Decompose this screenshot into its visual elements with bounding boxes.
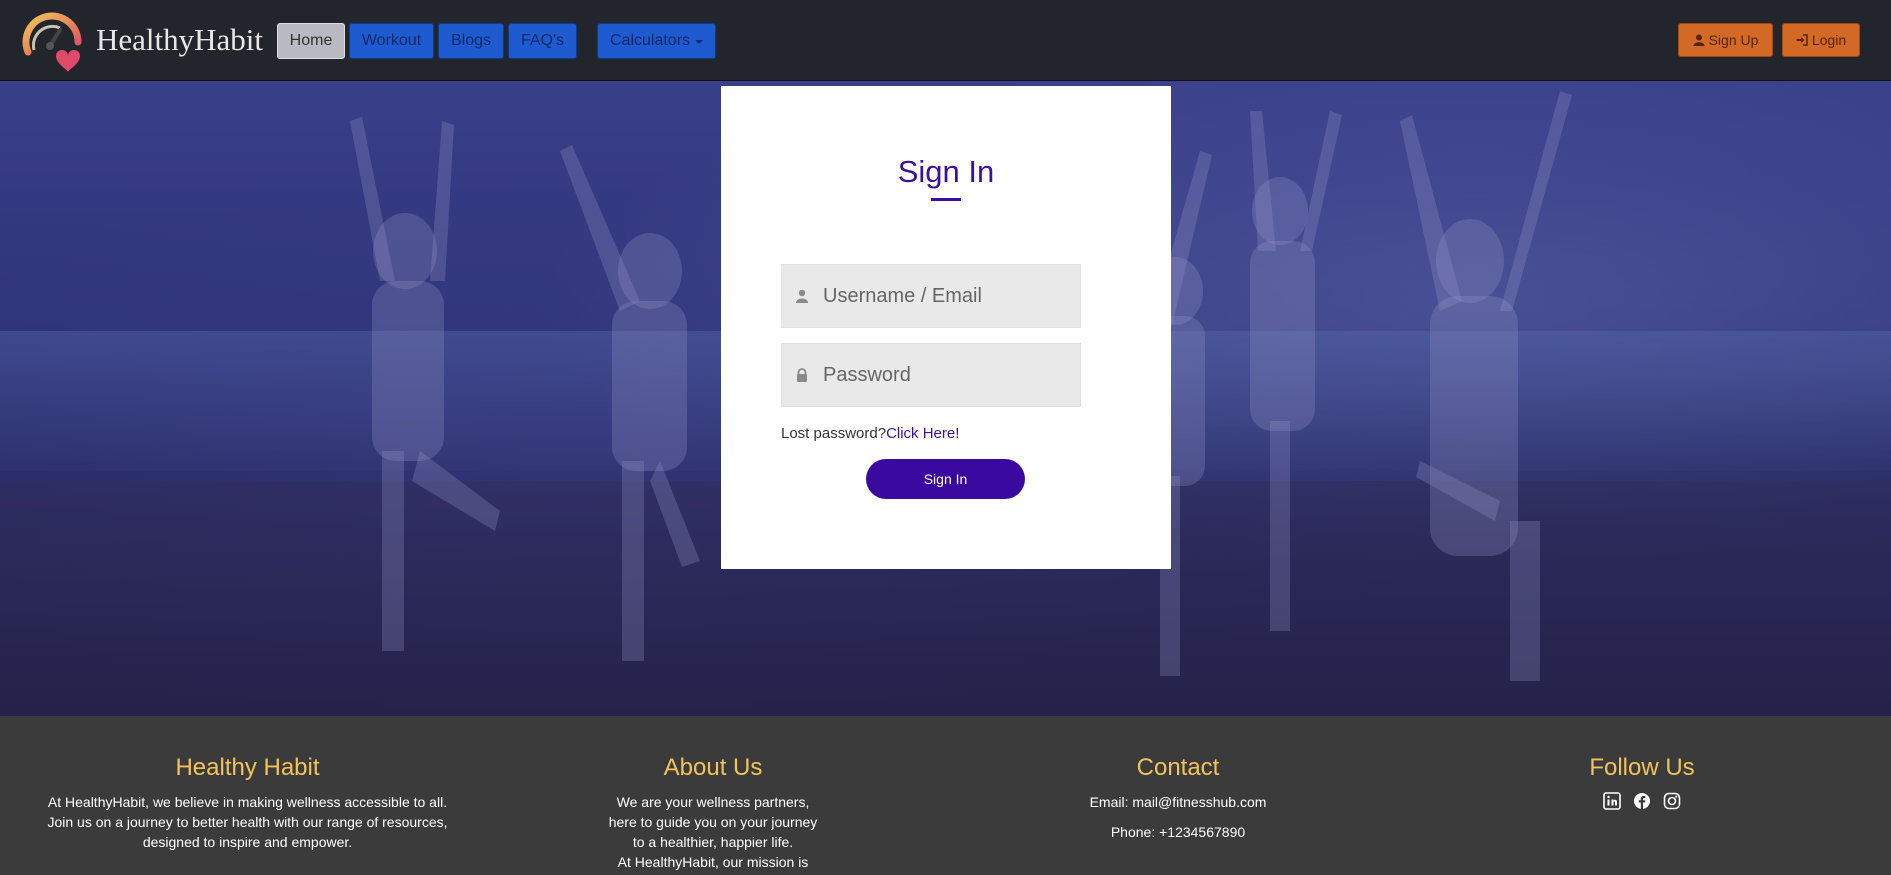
footer-contact-title: Contact (1136, 754, 1220, 781)
footer: Healthy Habit At HealthyHabit, we believ… (0, 716, 1891, 875)
nav-home-button[interactable]: Home (277, 23, 345, 59)
instagram-icon[interactable] (1663, 792, 1681, 810)
contact-phone[interactable]: Phone: +1234567890 (1028, 822, 1328, 842)
footer-contact: Contact Email: mail@fitnesshub.com Phone… (1028, 754, 1328, 852)
lost-password-row: Lost password?Click Here! (781, 425, 959, 442)
brand-logo-icon (22, 12, 82, 72)
login-icon (1796, 34, 1808, 46)
footer-healthy-habit: Healthy Habit At HealthyHabit, we believ… (40, 754, 455, 852)
nav-calculators-label: Calculators (609, 32, 691, 49)
user-icon (1693, 34, 1705, 46)
password-field[interactable] (781, 343, 1081, 407)
brand-name: HealthyHabit (96, 22, 264, 57)
reset-password-link[interactable]: Click Here! (886, 425, 959, 442)
signup-button[interactable]: Sign Up (1678, 23, 1773, 57)
social-links (1492, 792, 1792, 810)
signup-label: Sign Up (1708, 32, 1759, 48)
facebook-icon[interactable] (1633, 792, 1651, 810)
password-input[interactable] (823, 363, 1063, 387)
person-icon (796, 289, 808, 303)
footer-about-line: We are your wellness partners, (616, 794, 810, 810)
username-field[interactable] (781, 264, 1081, 328)
title-underline (931, 198, 961, 201)
signin-title: Sign In (897, 154, 995, 189)
linkedin-icon[interactable] (1603, 792, 1621, 810)
lost-password-text: Lost password? (781, 425, 887, 442)
footer-about-line: At HealthyHabit, our mission is (617, 854, 809, 870)
footer-about-text: We are your wellness partners, here to g… (563, 792, 863, 872)
login-button[interactable]: Login (1782, 23, 1860, 57)
footer-healthy-line: At HealthyHabit, we believe in making we… (47, 794, 448, 810)
signin-card: Sign In Lost password?Click Here! Sign I… (721, 86, 1171, 569)
footer-about-us: About Us We are your wellness partners, … (563, 754, 863, 872)
footer-follow-title: Follow Us (1589, 754, 1695, 781)
navbar: HealthyHabit Home Workout Blogs FAQ's Ca… (0, 0, 1891, 81)
username-input[interactable] (823, 284, 1063, 308)
caret-down-icon (695, 40, 704, 44)
footer-about-line: here to guide you on your journey (608, 814, 818, 830)
nav-blogs-button[interactable]: Blogs (438, 23, 504, 59)
footer-about-line: to a healthier, happier life. (632, 834, 794, 850)
footer-healthy-line: Join us on a journey to better health wi… (47, 814, 448, 830)
nav-workout-button[interactable]: Workout (349, 23, 434, 59)
footer-healthy-line: designed to inspire and empower. (142, 834, 353, 850)
brand[interactable]: HealthyHabit (20, 12, 263, 74)
nav-faqs-button[interactable]: FAQ's (508, 23, 577, 59)
lock-icon (797, 368, 807, 382)
footer-follow-us: Follow Us (1492, 754, 1792, 810)
signin-button[interactable]: Sign In (866, 459, 1025, 499)
nav-calculators-dropdown[interactable]: Calculators (597, 23, 716, 59)
contact-email[interactable]: Email: mail@fitnesshub.com (1028, 792, 1328, 812)
login-label: Login (1811, 32, 1847, 48)
footer-about-title: About Us (663, 754, 763, 781)
footer-healthy-title: Healthy Habit (175, 754, 320, 781)
footer-healthy-text: At HealthyHabit, we believe in making we… (40, 792, 455, 852)
footer-contact-text: Email: mail@fitnesshub.com Phone: +12345… (1028, 792, 1328, 842)
